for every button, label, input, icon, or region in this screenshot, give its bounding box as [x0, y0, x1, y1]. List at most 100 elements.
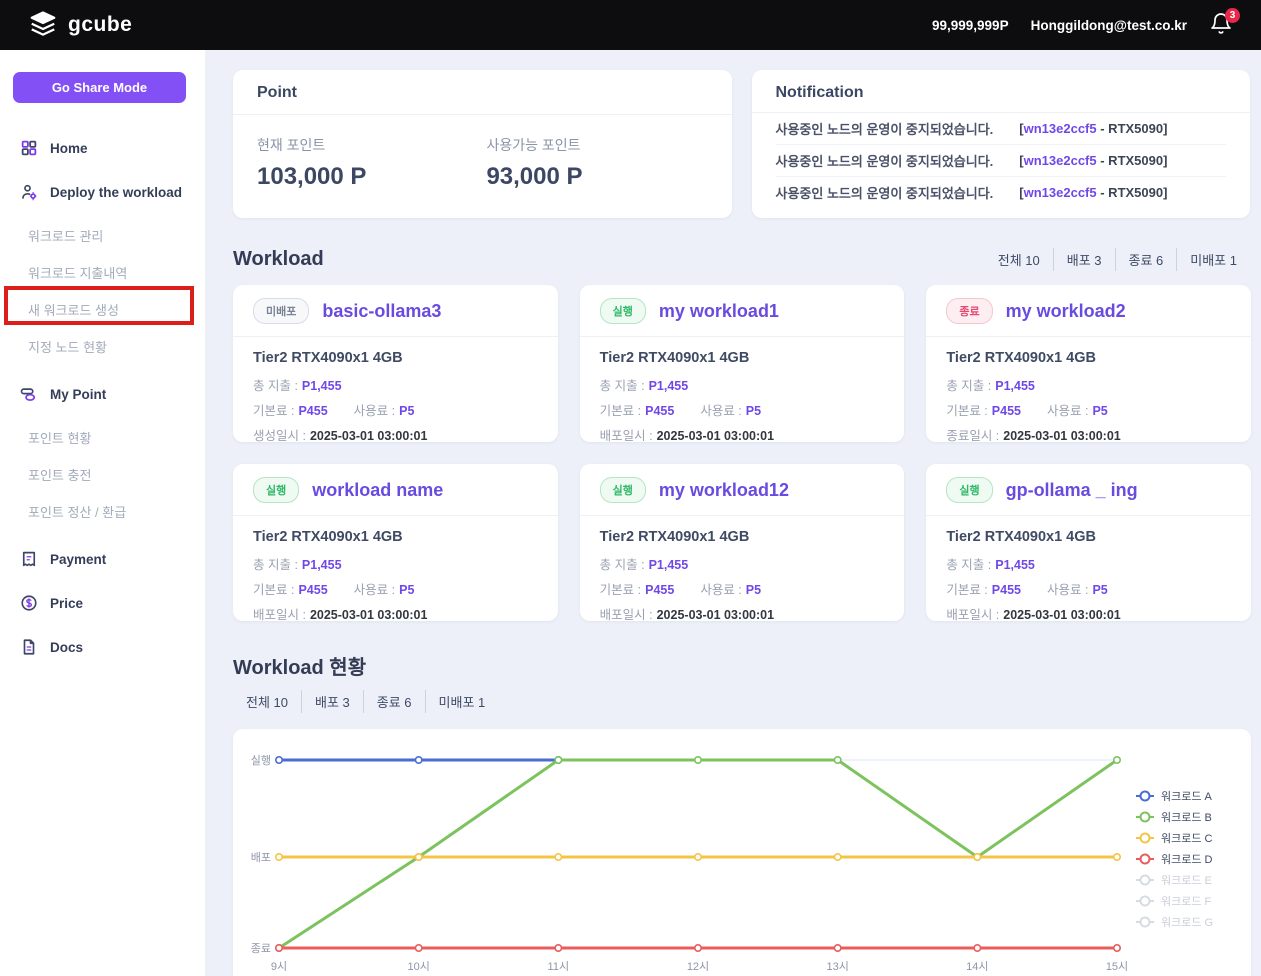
go-share-mode-button[interactable]: Go Share Mode [13, 72, 186, 103]
legend-item[interactable]: 워크로드 A [1136, 790, 1213, 803]
topbar-points: 99,999,999P [932, 18, 1009, 33]
data-point-marker [1114, 854, 1120, 860]
data-point-marker [276, 945, 282, 951]
legend-label: 워크로드 E [1161, 874, 1212, 887]
date-row: 배포일시 :2025-03-01 03:00:01 [600, 425, 885, 444]
data-point-marker [415, 854, 421, 860]
legend-item[interactable]: 워크로드 D [1136, 853, 1213, 866]
data-point-marker [834, 945, 840, 951]
base-fee-value: P455 [645, 583, 674, 597]
workload-spec: Tier2 RTX4090x1 4GB [600, 350, 885, 366]
date-label: 배포일시 : [600, 608, 653, 622]
workload-status-line-chart: 실행배포종료9시10시11시12시13시14시15시워크로드 A워크로드 B워크… [233, 729, 1251, 976]
legend-item[interactable]: 워크로드 F [1136, 895, 1212, 908]
total-spend-label: 총 지출 : [946, 379, 991, 393]
x-axis-label: 9시 [271, 961, 287, 973]
legend-label: 워크로드 F [1161, 895, 1212, 908]
filter-tab-s3[interactable]: 미배포 1 [425, 690, 499, 713]
brand[interactable]: gcube [28, 10, 132, 40]
data-point-marker [695, 854, 701, 860]
sidebar-item-payment[interactable]: Payment [0, 540, 205, 578]
legend-item[interactable]: 워크로드 C [1136, 832, 1213, 845]
available-point-value: 93,000 P [486, 163, 582, 191]
data-point-marker [555, 757, 561, 763]
legend-item[interactable]: 워크로드 E [1136, 874, 1212, 887]
sidebar-item-workload-manage[interactable]: 워크로드 관리 [0, 217, 205, 254]
sidebar-item-docs[interactable]: Docs [0, 628, 205, 666]
total-spend-value: P1,455 [995, 558, 1035, 572]
usage-fee-label: 사용료 : [1047, 404, 1088, 418]
base-fee-label: 기본료 : [946, 583, 987, 597]
legend-item[interactable]: 워크로드 G [1136, 916, 1213, 929]
sidebar-item-point-settlement[interactable]: 포인트 정산 / 환급 [0, 493, 205, 530]
filter-tab-s1[interactable]: 배포 3 [1053, 248, 1115, 271]
x-axis-label: 15시 [1106, 961, 1128, 973]
status-badge: 미배포 [253, 298, 309, 324]
date-value: 2025-03-01 03:00:01 [1003, 608, 1120, 622]
total-spend-value: P1,455 [302, 379, 342, 393]
notification-list: 사용중인 노드의 운영이 중지되었습니다. [wn13e2ccf5 - RTX50… [752, 113, 1251, 208]
workload-card[interactable]: 실행workload nameTier2 RTX4090x1 4GB총 지출 :… [233, 464, 558, 621]
x-axis-label: 12시 [687, 961, 709, 973]
current-point: 현재 포인트 103,000 P [257, 135, 366, 191]
sidebar-item-new-workload[interactable]: 새 워크로드 생성 [0, 291, 205, 328]
total-spend-row: 총 지출 :P1,455 [946, 554, 1231, 573]
workload-card[interactable]: 종료my workload2Tier2 RTX4090x1 4GB총 지출 :P… [926, 285, 1251, 442]
notification-message: 사용중인 노드의 운영이 중지되었습니다. [776, 183, 994, 202]
mypoint-submenu: 포인트 현황 포인트 충전 포인트 정산 / 환급 [0, 419, 205, 530]
gcube-logo-icon [28, 10, 58, 40]
total-spend-row: 총 지출 :P1,455 [253, 554, 538, 573]
sidebar-item-my-point[interactable]: My Point [0, 375, 205, 413]
sidebar-item-point-status[interactable]: 포인트 현황 [0, 419, 205, 456]
legend-item[interactable]: 워크로드 B [1136, 811, 1212, 824]
legend-label: 워크로드 B [1161, 811, 1212, 824]
workload-card-header: 실행workload name [233, 464, 558, 516]
sidebar-item-deploy-workload[interactable]: Deploy the workload [0, 173, 205, 211]
filter-tab-s3[interactable]: 미배포 1 [1176, 248, 1250, 271]
workload-card[interactable]: 실행gp-ollama _ ingTier2 RTX4090x1 4GB총 지출… [926, 464, 1251, 621]
workload-card[interactable]: 미배포basic-ollama3Tier2 RTX4090x1 4GB총 지출 … [233, 285, 558, 442]
sidebar-item-workload-spend-history[interactable]: 워크로드 지출내역 [0, 254, 205, 291]
sidebar: Go Share Mode Home [0, 50, 205, 976]
sidebar-item-label: Docs [50, 640, 83, 655]
status-section-title: Workload 현황 [233, 651, 1250, 680]
fees-row: 기본료 :P455사용료 :P5 [253, 400, 538, 419]
usage-fee-value: P5 [746, 583, 761, 597]
workload-card-header: 실행my workload12 [580, 464, 905, 516]
sidebar-item-price[interactable]: Price [0, 584, 205, 622]
date-row: 배포일시 :2025-03-01 03:00:01 [946, 604, 1231, 623]
point-card: Point 현재 포인트 103,000 P 사용가능 포인트 93,000 P [233, 70, 732, 218]
sidebar-item-home[interactable]: Home [0, 129, 205, 167]
workload-spec: Tier2 RTX4090x1 4GB [253, 350, 538, 366]
notification-row[interactable]: 사용중인 노드의 운영이 중지되었습니다.[wn13e2ccf5 - RTX50… [776, 145, 1227, 177]
workload-name: my workload1 [659, 301, 779, 322]
filter-tab-all[interactable]: 전체 10 [233, 690, 301, 713]
workload-card-body: Tier2 RTX4090x1 4GB총 지출 :P1,455기본료 :P455… [580, 337, 905, 463]
workload-cards-grid: 미배포basic-ollama3Tier2 RTX4090x1 4GB총 지출 … [233, 285, 1251, 621]
usage-fee-label: 사용료 : [700, 404, 741, 418]
workload-spec: Tier2 RTX4090x1 4GB [946, 529, 1231, 545]
workload-card-header: 종료my workload2 [926, 285, 1251, 337]
sidebar-item-node-status[interactable]: 지정 노드 현황 [0, 328, 205, 365]
notification-node-ref: [wn13e2ccf5 - RTX5090] [1019, 153, 1167, 168]
legend-label: 워크로드 C [1161, 832, 1213, 845]
sidebar-item-point-charge[interactable]: 포인트 충전 [0, 456, 205, 493]
filter-tab-s2[interactable]: 종료 6 [1115, 248, 1177, 271]
base-fee-label: 기본료 : [253, 404, 294, 418]
notification-node-ref: [wn13e2ccf5 - RTX5090] [1019, 121, 1167, 136]
base-fee-value: P455 [992, 583, 1021, 597]
filter-tab-s1[interactable]: 배포 3 [301, 690, 363, 713]
topbar-user-email[interactable]: Honggildong@test.co.kr [1031, 18, 1187, 33]
notification-row[interactable]: 사용중인 노드의 운영이 중지되었습니다.[wn13e2ccf5 - RTX50… [776, 177, 1227, 208]
workload-card[interactable]: 실행my workload1Tier2 RTX4090x1 4GB총 지출 :P… [580, 285, 905, 442]
notification-row[interactable]: 사용중인 노드의 운영이 중지되었습니다.[wn13e2ccf5 - RTX50… [776, 113, 1227, 145]
notification-bell-icon[interactable]: 3 [1209, 12, 1235, 38]
filter-tab-s2[interactable]: 종료 6 [363, 690, 425, 713]
coins-icon [20, 385, 38, 403]
workload-name: my workload2 [1006, 301, 1126, 322]
current-point-value: 103,000 P [257, 163, 366, 191]
base-fee-label: 기본료 : [600, 404, 641, 418]
workload-card[interactable]: 실행my workload12Tier2 RTX4090x1 4GB총 지출 :… [580, 464, 905, 621]
node-id: wn13e2ccf5 [1024, 185, 1097, 200]
filter-tab-all[interactable]: 전체 10 [985, 248, 1053, 271]
